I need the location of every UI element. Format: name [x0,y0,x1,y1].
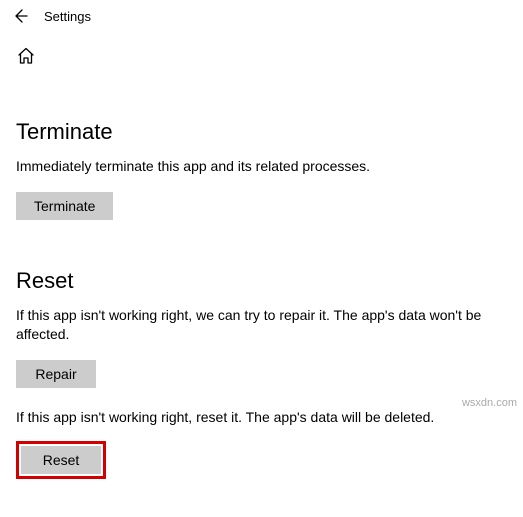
repair-desc: If this app isn't working right, we can … [16,306,507,344]
terminate-button[interactable]: Terminate [16,192,113,220]
reset-button[interactable]: Reset [21,446,101,474]
content-area: Terminate Immediately terminate this app… [0,119,523,479]
watermark: wsxdn.com [462,397,517,409]
settings-title: Settings [44,9,91,24]
reset-section: Reset If this app isn't working right, w… [16,268,507,479]
terminate-desc: Immediately terminate this app and its r… [16,157,507,176]
terminate-section: Terminate Immediately terminate this app… [16,119,507,220]
reset-desc: If this app isn't working right, reset i… [16,408,507,427]
terminate-heading: Terminate [16,119,507,145]
reset-highlight: Reset [16,441,106,479]
repair-button[interactable]: Repair [16,360,96,388]
home-icon[interactable] [16,46,36,66]
home-row [0,32,523,71]
reset-heading: Reset [16,268,507,294]
window-header: Settings [0,0,523,32]
back-icon[interactable] [12,8,28,24]
